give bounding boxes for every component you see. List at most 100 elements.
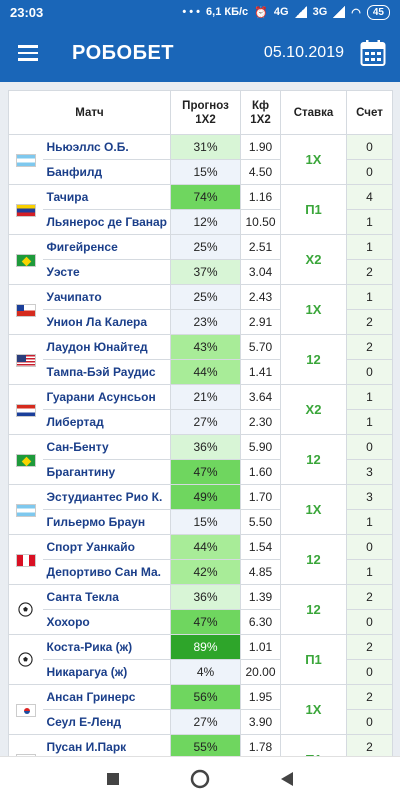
match-row[interactable]: Лаудон Юнайтед 43% 5.70 12 2 [8,334,393,385]
soccer-ball-icon [18,652,33,667]
matches-content[interactable]: Матч Прогноз 1X2 Кф 1X2 Ставка Счет Ньюэ… [0,82,400,756]
match-row[interactable]: Сан-Бенту 36% 5.90 12 0 [8,434,393,485]
away-team-name[interactable]: Депортиво Сан Ма. [42,559,171,585]
match-row[interactable]: Уачипато 25% 2.43 1X 1 [8,284,393,335]
home-win-probability: 31% [170,134,241,160]
home-win-coef: 1.54 [240,534,281,560]
match-row[interactable]: Гуарани Асунсьон 21% 3.64 X2 1 [8,384,393,435]
bet-recommendation: П1 [280,734,347,756]
match-flag-cell [8,234,43,285]
away-score: 0 [346,609,393,635]
home-team-name[interactable]: Лаудон Юнайтед [42,334,171,360]
menu-button[interactable] [0,24,56,82]
away-team-name[interactable]: Льянерос де Гванар [42,209,171,235]
away-win-probability: 4% [170,659,241,685]
match-row[interactable]: Ансан Гринерс 56% 1.95 1X 2 [8,684,393,735]
home-win-coef: 2.51 [240,234,281,260]
dots-icon: • • • [182,6,201,18]
home-team-name[interactable]: Сан-Бенту [42,434,171,460]
match-flag-cell [8,134,43,185]
home-team-name[interactable]: Ансан Гринерс [42,684,171,710]
home-win-coef: 1.90 [240,134,281,160]
away-win-probability: 42% [170,559,241,585]
matches-body: Ньюэллс О.Б. 31% 1.90 1X 0 Банфилд 15% 4.50 0 Тач… [8,134,393,756]
match-row[interactable]: Спорт Уанкайо 44% 1.54 12 0 [8,534,393,585]
away-team-name[interactable]: Хохоро [42,609,171,635]
match-row[interactable]: Эстудиантес Рио К. 49% 1.70 1X 3 [8,484,393,535]
away-win-coef: 1.41 [240,359,281,385]
away-win-coef: 5.50 [240,509,281,535]
away-team-name[interactable]: Никарагуа (ж) [42,659,171,685]
away-team-name[interactable]: Банфилд [42,159,171,185]
away-win-coef: 20.00 [240,659,281,685]
home-win-probability: 55% [170,734,241,756]
header-forecast[interactable]: Прогноз 1X2 [170,90,241,135]
home-team-name[interactable]: Тачира [42,184,171,210]
match-row[interactable]: Коста-Рика (ж) 89% 1.01 П1 2 [8,634,393,685]
home-win-coef: 1.39 [240,584,281,610]
home-score: 1 [346,284,393,310]
away-win-probability: 27% [170,409,241,435]
away-score: 2 [346,259,393,285]
away-team-name[interactable]: Брагантину [42,459,171,485]
home-button[interactable] [180,759,220,799]
away-team-name[interactable]: Унион Ла Калера [42,309,171,335]
flag-br-icon [15,453,36,467]
recents-button[interactable] [93,759,133,799]
away-win-probability: 12% [170,209,241,235]
away-team-name[interactable]: Либертад [42,409,171,435]
away-score: 1 [346,559,393,585]
away-win-probability: 47% [170,459,241,485]
header-score[interactable]: Счет [346,90,393,135]
home-win-probability: 25% [170,284,241,310]
match-row[interactable]: Тачира 74% 1.16 П1 4 [8,184,393,235]
away-win-coef: 4.50 [240,159,281,185]
home-team-name[interactable]: Уачипато [42,284,171,310]
match-flag-cell [8,534,43,585]
home-team-name[interactable]: Фигейренсе [42,234,171,260]
bet-recommendation: 12 [280,434,347,485]
away-score: 0 [346,709,393,735]
away-win-coef: 3.90 [240,709,281,735]
home-win-probability: 44% [170,534,241,560]
home-win-probability: 89% [170,634,241,660]
home-team-name[interactable]: Гуарани Асунсьон [42,384,171,410]
signal-3g-label: 3G [312,6,328,18]
back-button[interactable] [267,759,307,799]
away-win-probability: 47% [170,609,241,635]
signal-icon [294,6,307,18]
home-win-coef: 5.90 [240,434,281,460]
header-match[interactable]: Матч [8,90,171,135]
signal-4g-label: 4G [273,6,289,18]
away-win-coef: 10.50 [240,209,281,235]
bet-recommendation: 12 [280,334,347,385]
away-team-name[interactable]: Сеул Е-Ленд [42,709,171,735]
home-team-name[interactable]: Ньюэллс О.Б. [42,134,171,160]
match-row[interactable]: Санта Текла 36% 1.39 12 2 [8,584,393,635]
match-flag-cell [8,584,43,635]
header-coef[interactable]: Кф 1X2 [240,90,281,135]
match-row[interactable]: Ньюэллс О.Б. 31% 1.90 1X 0 [8,134,393,185]
away-win-coef: 4.85 [240,559,281,585]
home-team-name[interactable]: Спорт Уанкайо [42,534,171,560]
home-team-name[interactable]: Эстудиантес Рио К. [42,484,171,510]
match-row[interactable]: Фигейренсе 25% 2.51 X2 1 [8,234,393,285]
away-team-name[interactable]: Тампа-Бэй Раудис [42,359,171,385]
home-circle-icon [190,769,210,788]
flag-cl-icon [15,303,36,317]
away-team-name[interactable]: Гильермо Браун [42,509,171,535]
away-win-coef: 6.30 [240,609,281,635]
away-score: 1 [346,509,393,535]
bet-recommendation: 1X [280,284,347,335]
away-score: 0 [346,359,393,385]
matches-table: Матч Прогноз 1X2 Кф 1X2 Ставка Счет Ньюэ… [8,90,393,756]
home-team-name[interactable]: Пусан И.Парк [42,734,171,756]
calendar-button[interactable] [356,36,390,70]
match-row[interactable]: Пусан И.Парк55%1.78П12 [8,734,393,756]
home-team-name[interactable]: Коста-Рика (ж) [42,634,171,660]
status-bar: 23:03 • • • 6,1 КБ/с ⏰ 4G 3G ◠ 45 [0,0,400,24]
away-team-name[interactable]: Уэсте [42,259,171,285]
header-bet[interactable]: Ставка [280,90,347,135]
home-team-name[interactable]: Санта Текла [42,584,171,610]
match-flag-cell [8,734,43,756]
